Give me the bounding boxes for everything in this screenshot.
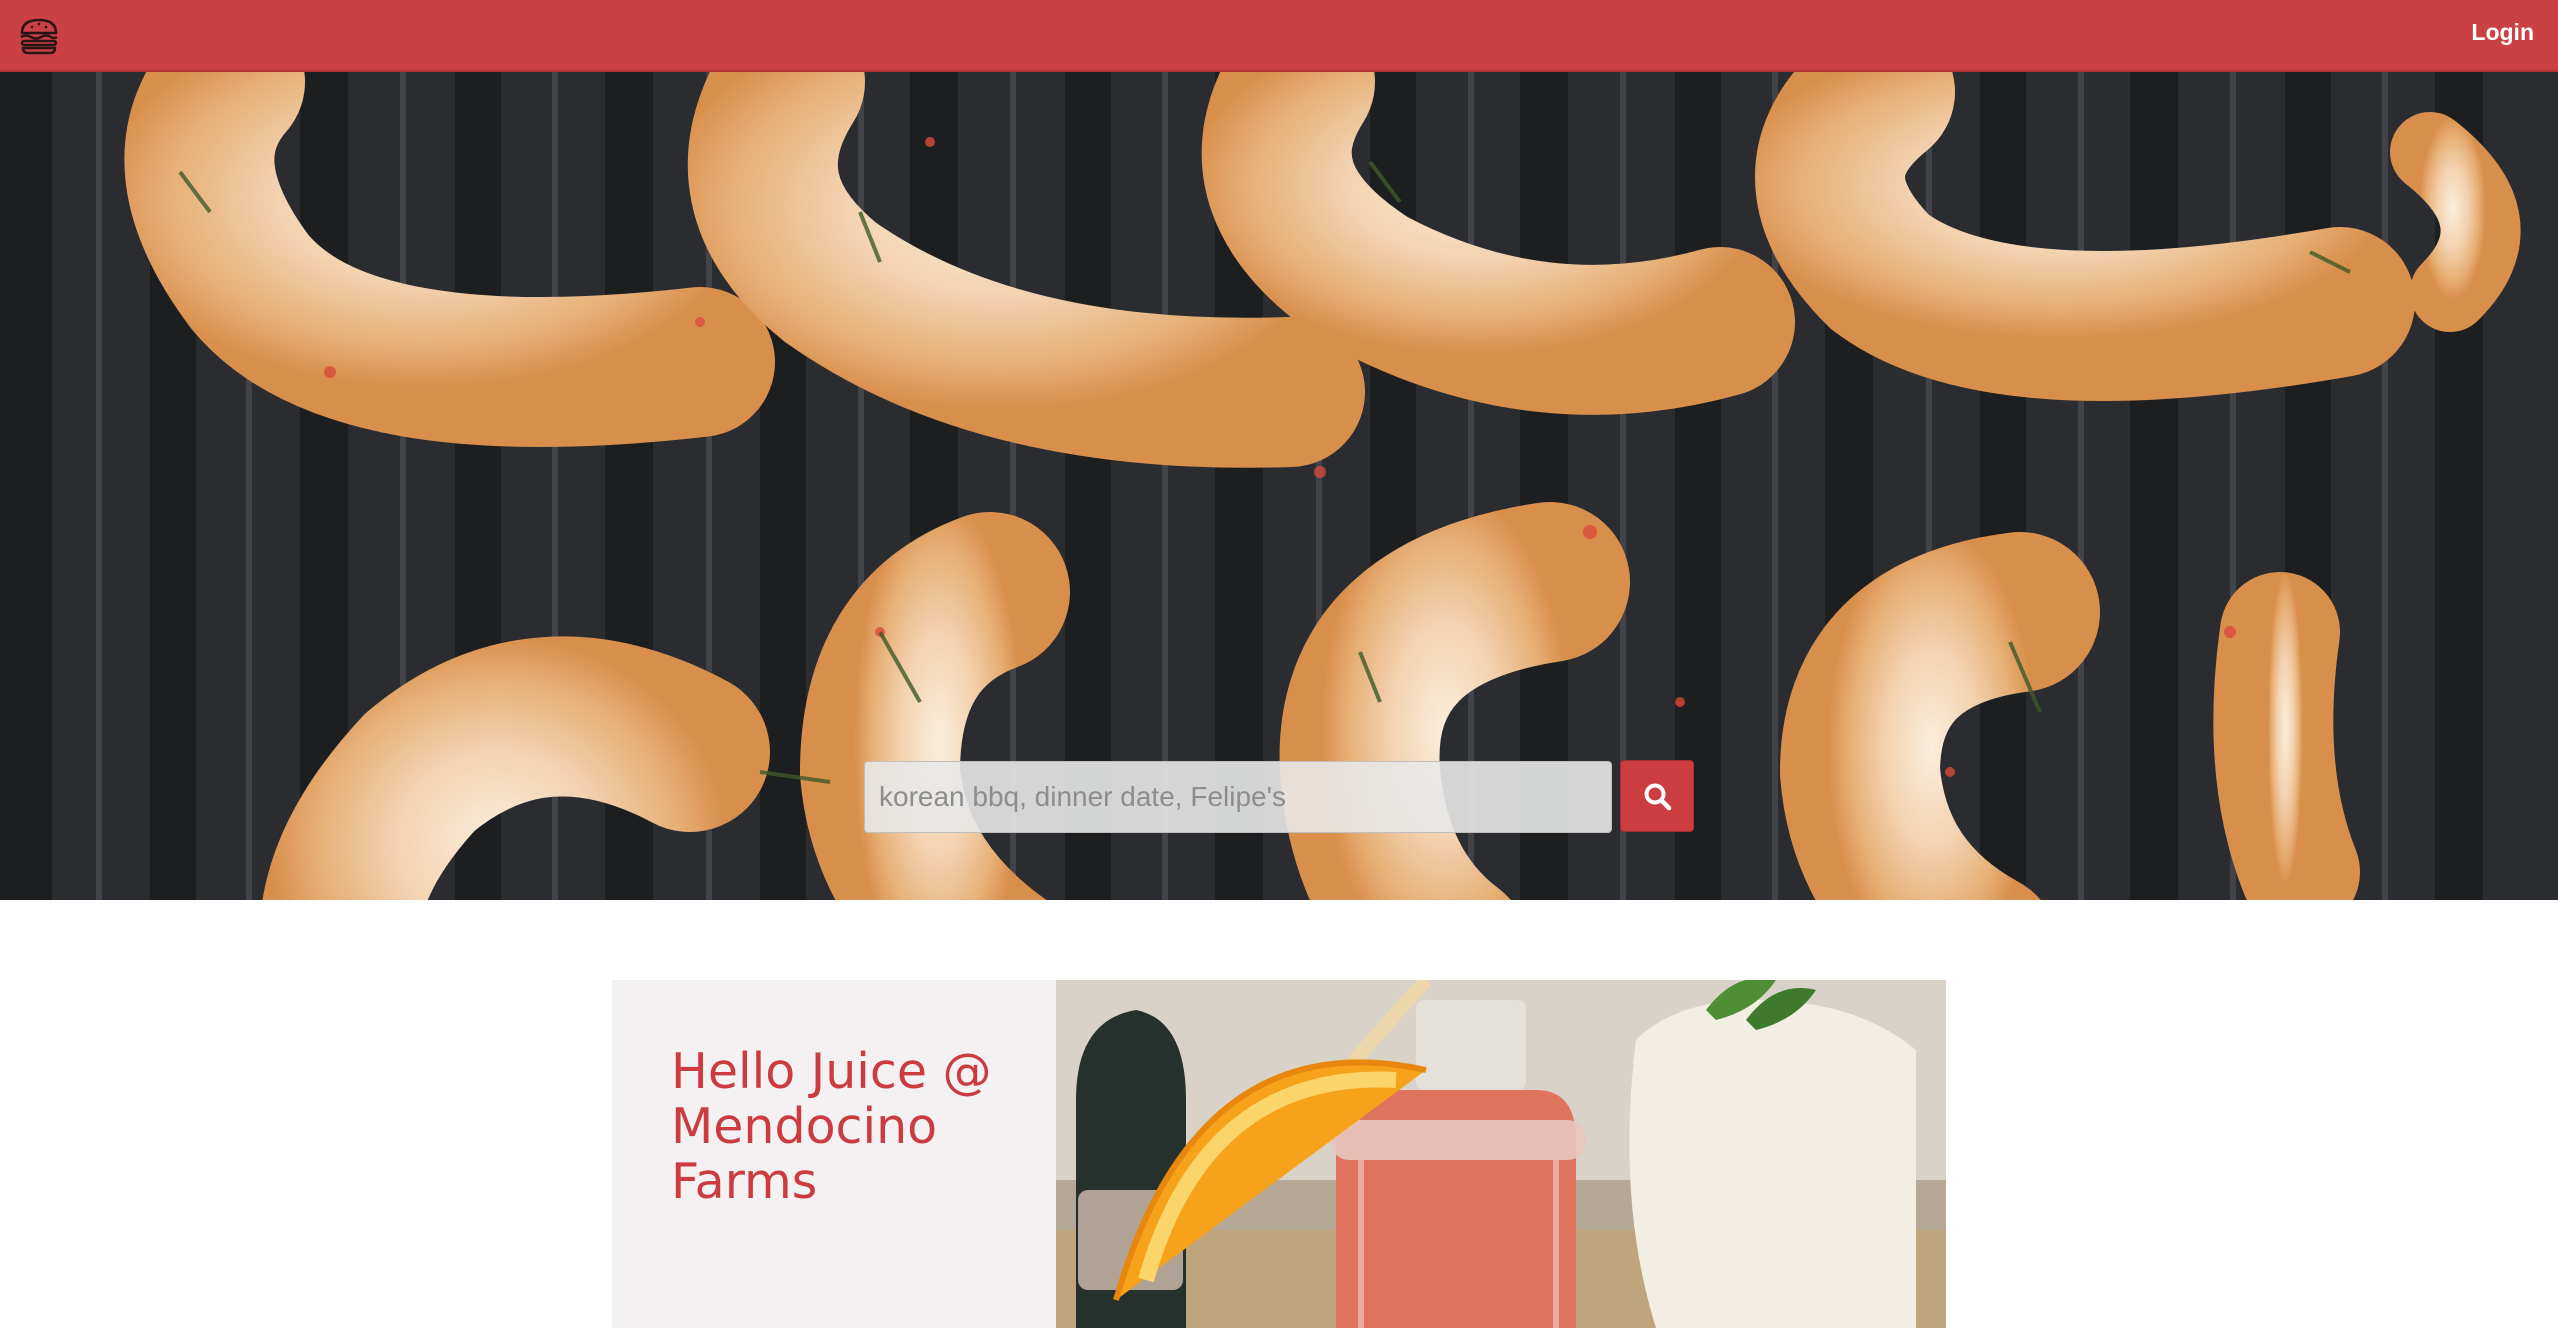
featured-card-text: Hello Juice @ Mendocino Farms — [612, 980, 1056, 1328]
top-nav-bar: Login — [0, 0, 2558, 72]
search-input[interactable] — [864, 761, 1612, 833]
login-link[interactable]: Login — [2471, 17, 2534, 47]
featured-title[interactable]: Hello Juice @ Mendocino Farms — [671, 1044, 1031, 1209]
featured-card[interactable]: Hello Juice @ Mendocino Farms — [612, 980, 1946, 1328]
orange-juice-jar-photo — [1056, 980, 1946, 1328]
search-icon — [1644, 783, 1672, 811]
search-button[interactable] — [1620, 760, 1694, 832]
burger-icon[interactable] — [18, 16, 60, 56]
